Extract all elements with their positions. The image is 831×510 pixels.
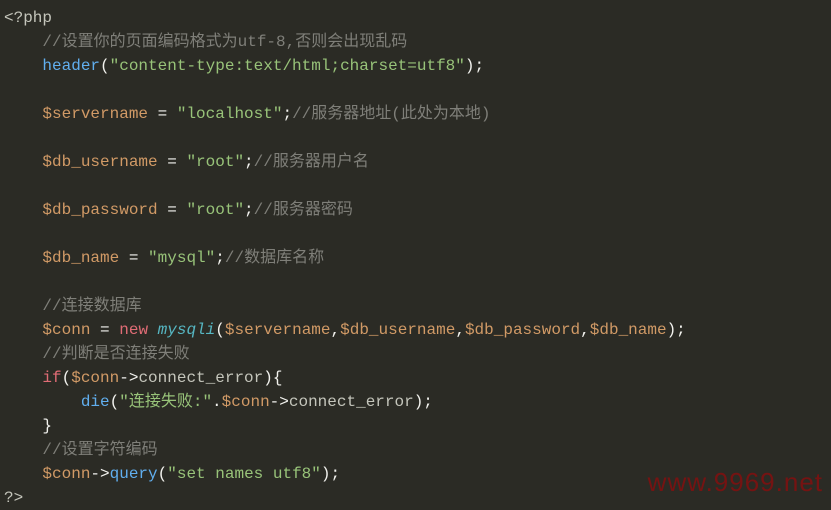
php-close-tag: ?> — [4, 489, 23, 507]
punct: ; — [244, 153, 254, 171]
punct: ); — [465, 57, 484, 75]
string: "root" — [186, 153, 244, 171]
paren: ( — [158, 465, 168, 483]
prop: connect_error — [138, 369, 263, 387]
op: = — [90, 321, 119, 339]
comma: , — [580, 321, 590, 339]
comment: //服务器用户名 — [254, 153, 369, 171]
arrow: -> — [119, 369, 138, 387]
var: $conn — [222, 393, 270, 411]
op: = — [148, 105, 177, 123]
class-mysqli: mysqli — [158, 321, 216, 339]
keyword-new: new — [119, 321, 148, 339]
arrow: -> — [270, 393, 289, 411]
var: $db_username — [340, 321, 455, 339]
var: $db_password — [42, 201, 157, 219]
op: = — [158, 201, 187, 219]
php-open-tag: <?php — [4, 9, 52, 27]
punct: ; — [215, 249, 225, 267]
comma: , — [455, 321, 465, 339]
string: "localhost" — [177, 105, 283, 123]
string: "set names utf8" — [167, 465, 321, 483]
var: $db_name — [42, 249, 119, 267]
var: $servername — [225, 321, 331, 339]
paren: ( — [215, 321, 225, 339]
string: "连接失败:" — [119, 393, 212, 411]
comment: //服务器密码 — [254, 201, 353, 219]
comment: //数据库名称 — [225, 249, 324, 267]
comment: //服务器地址(此处为本地) — [292, 105, 490, 123]
concat: . — [212, 393, 222, 411]
punct: ); — [321, 465, 340, 483]
var: $conn — [42, 321, 90, 339]
punct: ); — [667, 321, 686, 339]
comment: //设置字符编码 — [42, 441, 157, 459]
code-block: <?php //设置你的页面编码格式为utf-8,否则会出现乱码 header(… — [0, 0, 831, 510]
paren: ( — [110, 393, 120, 411]
punct: ; — [282, 105, 292, 123]
var: $db_password — [465, 321, 580, 339]
var: $db_name — [590, 321, 667, 339]
string: "root" — [186, 201, 244, 219]
var: $conn — [42, 465, 90, 483]
op: = — [158, 153, 187, 171]
func-query: query — [110, 465, 158, 483]
var: $servername — [42, 105, 148, 123]
keyword-if: if — [42, 369, 61, 387]
func-die: die — [81, 393, 110, 411]
prop: connect_error — [289, 393, 414, 411]
space — [148, 321, 158, 339]
punct: ){ — [263, 369, 282, 387]
paren: ( — [62, 369, 72, 387]
var: $db_username — [42, 153, 157, 171]
string: "content-type:text/html;charset=utf8" — [110, 57, 465, 75]
comment: //判断是否连接失败 — [42, 345, 189, 363]
arrow: -> — [90, 465, 109, 483]
brace: } — [42, 417, 52, 435]
comment: //设置你的页面编码格式为utf-8,否则会出现乱码 — [42, 33, 407, 51]
var: $conn — [71, 369, 119, 387]
punct: ; — [244, 201, 254, 219]
op: = — [119, 249, 148, 267]
punct: ); — [414, 393, 433, 411]
comma: , — [331, 321, 341, 339]
comment: //连接数据库 — [42, 297, 141, 315]
watermark: www.9969.net — [648, 470, 823, 494]
paren: ( — [100, 57, 110, 75]
func-header: header — [42, 57, 100, 75]
string: "mysql" — [148, 249, 215, 267]
